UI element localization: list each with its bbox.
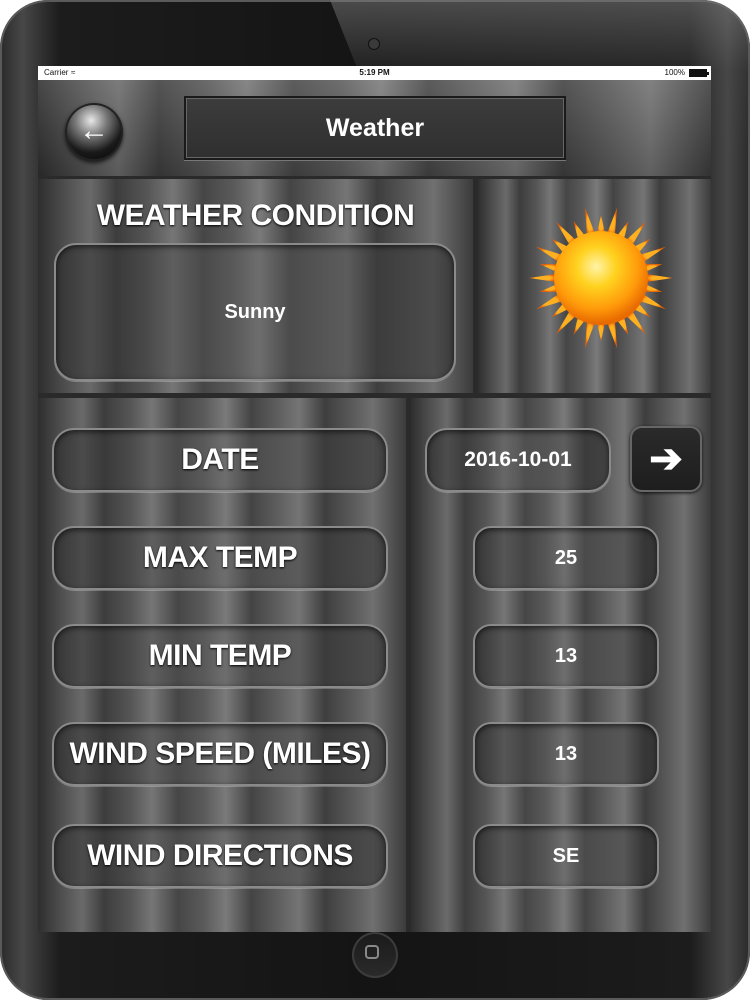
min-temp-label: MIN TEMP xyxy=(52,624,388,688)
next-date-button[interactable]: ➔ xyxy=(630,426,702,492)
sun-ray xyxy=(644,273,673,283)
values-panel: 2016-10-01 ➔ 25 13 13 SE xyxy=(411,398,711,932)
sun-icon xyxy=(529,207,673,349)
home-square-icon xyxy=(365,945,379,959)
condition-value: Sunny xyxy=(54,243,456,381)
wind-speed-value: 13 xyxy=(473,722,659,786)
max-temp-label: MAX TEMP xyxy=(52,526,388,590)
left-arrow-icon: ← xyxy=(79,114,109,147)
battery-icon xyxy=(689,69,709,77)
min-temp-value: 13 xyxy=(473,624,659,688)
date-label: DATE xyxy=(52,428,388,492)
date-value[interactable]: 2016-10-01 xyxy=(425,428,611,492)
wind-direction-label: WIND DIRECTIONS xyxy=(52,824,388,888)
right-arrow-icon: ➔ xyxy=(649,437,683,481)
condition-panel: WEATHER CONDITION Sunny xyxy=(38,179,473,393)
wind-speed-label: WIND SPEED (MILES) xyxy=(52,722,388,786)
back-button[interactable]: ← xyxy=(65,103,123,161)
sun-ray xyxy=(529,273,558,283)
wind-direction-value: SE xyxy=(473,824,659,888)
status-bar: Carrier ≈ 5:19 PM 100% xyxy=(38,66,711,80)
max-temp-value: 25 xyxy=(473,526,659,590)
page-title: Weather xyxy=(184,96,566,160)
status-time: 5:19 PM xyxy=(359,68,390,77)
weather-icon-panel xyxy=(478,179,711,393)
tablet-frame: Carrier ≈ 5:19 PM 100% ← Weather WEATHER… xyxy=(0,0,750,1000)
battery-percent: 100% xyxy=(664,68,685,77)
header-bar: ← Weather xyxy=(38,80,711,176)
screen: Carrier ≈ 5:19 PM 100% ← Weather WEATHER… xyxy=(38,66,711,932)
condition-heading: WEATHER CONDITION xyxy=(96,199,415,232)
front-camera xyxy=(369,39,379,49)
labels-panel: DATE MAX TEMP MIN TEMP WIND SPEED (MILES… xyxy=(38,398,406,932)
